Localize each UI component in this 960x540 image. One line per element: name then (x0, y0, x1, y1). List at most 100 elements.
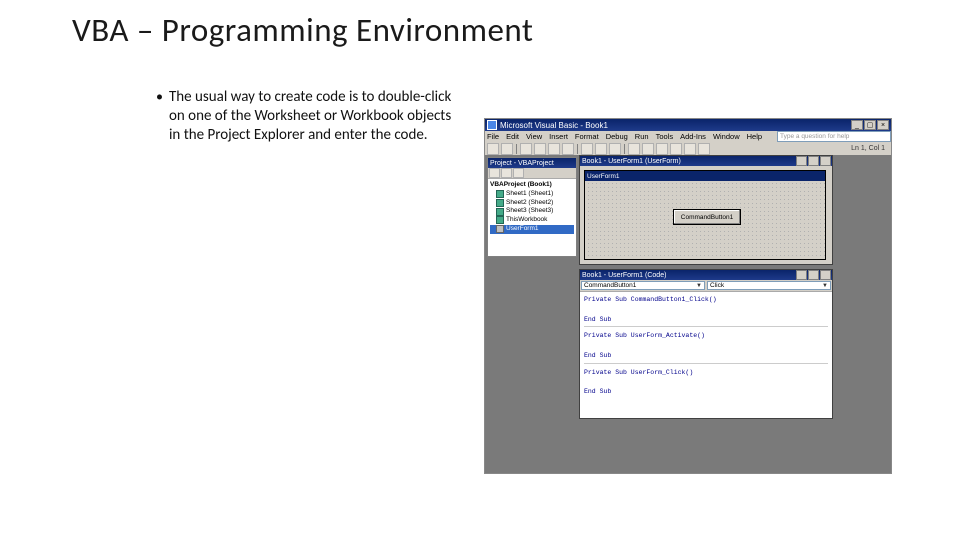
tree-node-sheet2[interactable]: Sheet2 (Sheet2) (490, 199, 574, 208)
toolbar-button[interactable] (581, 143, 593, 155)
tree-node-thisworkbook[interactable]: ThisWorkbook (490, 216, 574, 225)
procedure-dropdown-value: Click (710, 282, 724, 289)
code-line: Private Sub UserForm_Click() (584, 368, 828, 378)
toolbar-button[interactable] (501, 168, 512, 178)
toolbar-button[interactable] (595, 143, 607, 155)
tree-node-sheet1[interactable]: Sheet1 (Sheet1) (490, 190, 574, 199)
code-block: Private Sub UserForm_Click() End Sub (584, 368, 828, 399)
menu-format[interactable]: Format (575, 132, 599, 141)
toolbar-button[interactable] (487, 143, 499, 155)
toolbar-button[interactable] (562, 143, 574, 155)
toolbar-button[interactable] (489, 168, 500, 178)
ide-toolbar: Ln 1, Col 1 (485, 142, 891, 156)
object-dropdown[interactable]: CommandButton1 ▼ (581, 281, 705, 290)
code-block: Private Sub CommandButton1_Click() End S… (584, 295, 828, 327)
toolbar-button[interactable] (656, 143, 668, 155)
menu-window[interactable]: Window (713, 132, 740, 141)
code-line: End Sub (584, 387, 828, 397)
menu-edit[interactable]: Edit (506, 132, 519, 141)
object-dropdown-value: CommandButton1 (584, 282, 636, 289)
code-dropdowns: CommandButton1 ▼ Click ▼ (580, 280, 832, 292)
userform-caption: UserForm1 (585, 171, 825, 181)
bullet-item: • The usual way to create code is to dou… (156, 88, 456, 144)
form-icon (496, 225, 504, 233)
bullet-text: The usual way to create code is to doubl… (169, 88, 456, 144)
menu-help[interactable]: Help (747, 132, 762, 141)
toolbar-button[interactable] (520, 143, 532, 155)
vba-ide-window: Microsoft Visual Basic - Book1 _ ▢ × Fil… (484, 118, 892, 474)
menu-items: File Edit View Insert Format Debug Run T… (487, 132, 762, 141)
toolbar-button[interactable] (609, 143, 621, 155)
sheet-icon (496, 199, 504, 207)
code-line: End Sub (584, 315, 828, 325)
workbook-icon (496, 216, 504, 224)
toolbar-button[interactable] (670, 143, 682, 155)
toolbar-button[interactable] (513, 168, 524, 178)
close-button[interactable] (820, 270, 831, 280)
ide-title-text: Microsoft Visual Basic - Book1 (500, 121, 608, 130)
code-block: Private Sub UserForm_Activate() End Sub (584, 331, 828, 363)
sheet-icon (496, 190, 504, 198)
minimize-button[interactable]: _ (851, 120, 863, 130)
toolbar-button[interactable] (628, 143, 640, 155)
ide-menubar: File Edit View Insert Format Debug Run T… (485, 131, 891, 142)
toolbar-separator (624, 144, 625, 154)
code-window: Book1 - UserForm1 (Code) CommandButton1 … (579, 269, 833, 419)
project-explorer-title: Project - VBAProject (488, 158, 576, 168)
code-editor[interactable]: Private Sub CommandButton1_Click() End S… (580, 292, 832, 406)
tree-node-sheet3[interactable]: Sheet3 (Sheet3) (490, 207, 574, 216)
cursor-coords: Ln 1, Col 1 (851, 145, 889, 152)
project-explorer-toolbar (488, 168, 576, 179)
tree-label: Sheet1 (Sheet1) (506, 190, 553, 199)
toolbar-button[interactable] (698, 143, 710, 155)
tree-root[interactable]: VBAProject (Book1) (490, 181, 574, 190)
code-titlebar: Book1 - UserForm1 (Code) (580, 270, 832, 280)
toolbar-separator (577, 144, 578, 154)
form-designer-window: Book1 - UserForm1 (UserForm) UserForm1 C… (579, 155, 833, 265)
designer-title-text: Book1 - UserForm1 (UserForm) (582, 158, 681, 165)
code-line: Private Sub UserForm_Activate() (584, 331, 828, 341)
tree-label: UserForm1 (506, 225, 539, 234)
toolbar-button[interactable] (501, 143, 513, 155)
menu-run[interactable]: Run (635, 132, 649, 141)
tree-label: Sheet2 (Sheet2) (506, 199, 553, 208)
maximize-button[interactable]: ▢ (864, 120, 876, 130)
project-tree: VBAProject (Book1) Sheet1 (Sheet1) Sheet… (488, 179, 576, 236)
project-explorer: Project - VBAProject VBAProject (Book1) … (487, 157, 577, 257)
menu-file[interactable]: File (487, 132, 499, 141)
bullet-dot: • (156, 88, 163, 144)
toolbar-button[interactable] (642, 143, 654, 155)
code-line: End Sub (584, 351, 828, 361)
help-search-input[interactable]: Type a question for help (777, 131, 891, 142)
tree-label: ThisWorkbook (506, 216, 547, 225)
toolbar-button[interactable] (534, 143, 546, 155)
sheet-icon (496, 208, 504, 216)
chevron-down-icon: ▼ (696, 283, 702, 289)
chevron-down-icon: ▼ (822, 283, 828, 289)
tree-node-userform1[interactable]: UserForm1 (490, 225, 574, 234)
slide-title: VBA – Programming Environment (72, 10, 533, 50)
menu-tools[interactable]: Tools (656, 132, 674, 141)
maximize-button[interactable] (808, 270, 819, 280)
close-button[interactable]: × (877, 120, 889, 130)
app-icon (487, 120, 497, 130)
form-canvas[interactable]: UserForm1 CommandButton1 (584, 170, 826, 260)
ide-workspace: Project - VBAProject VBAProject (Book1) … (485, 155, 891, 473)
procedure-dropdown[interactable]: Click ▼ (707, 281, 831, 290)
menu-insert[interactable]: Insert (549, 132, 568, 141)
designer-titlebar: Book1 - UserForm1 (UserForm) (580, 156, 832, 166)
toolbar-button[interactable] (684, 143, 696, 155)
menu-view[interactable]: View (526, 132, 542, 141)
minimize-button[interactable] (796, 156, 807, 166)
ide-titlebar: Microsoft Visual Basic - Book1 _ ▢ × (485, 119, 891, 131)
close-button[interactable] (820, 156, 831, 166)
command-button-control[interactable]: CommandButton1 (673, 209, 741, 225)
toolbar-button[interactable] (548, 143, 560, 155)
menu-debug[interactable]: Debug (606, 132, 628, 141)
minimize-button[interactable] (796, 270, 807, 280)
maximize-button[interactable] (808, 156, 819, 166)
code-title-text: Book1 - UserForm1 (Code) (582, 272, 666, 279)
menu-addins[interactable]: Add-Ins (680, 132, 706, 141)
slide: VBA – Programming Environment • The usua… (0, 0, 960, 540)
slide-body: • The usual way to create code is to dou… (156, 88, 456, 144)
